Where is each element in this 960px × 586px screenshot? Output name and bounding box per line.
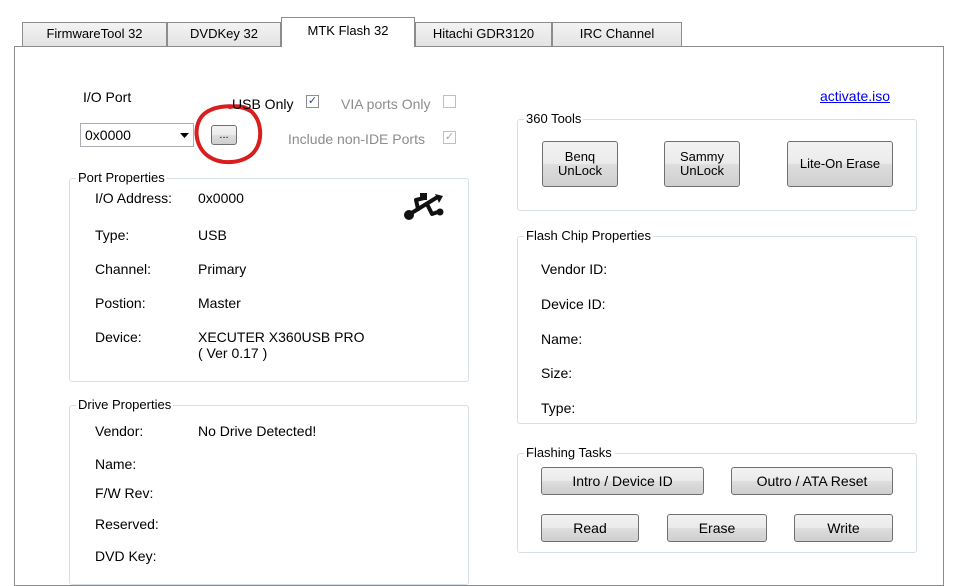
- reserved-label: Reserved:: [95, 516, 159, 532]
- io-port-value: 0x0000: [85, 127, 131, 143]
- vendor-label: Vendor:: [95, 423, 144, 439]
- drive-properties-title: Drive Properties: [76, 397, 174, 413]
- via-ports-only-checkbox[interactable]: [443, 95, 456, 108]
- chip-type-label: Type:: [541, 400, 576, 416]
- type-label: Type:: [95, 227, 130, 243]
- channel-value: Primary: [198, 261, 247, 277]
- outro-ata-reset-button[interactable]: Outro / ATA Reset: [731, 467, 893, 495]
- type-value: USB: [198, 227, 227, 243]
- chevron-down-icon[interactable]: [180, 133, 189, 139]
- device-value: XECUTER X360USB PRO: [198, 329, 365, 345]
- device-version: ( Ver 0.17 ): [198, 345, 268, 361]
- include-non-ide-checkbox[interactable]: ✓: [443, 131, 456, 144]
- position-value: Master: [198, 295, 241, 311]
- channel-label: Channel:: [95, 261, 152, 277]
- usb-icon: [404, 193, 444, 220]
- vendor-id-label: Vendor ID:: [541, 261, 608, 277]
- port-properties-title: Port Properties: [76, 170, 167, 186]
- tools-360-title: 360 Tools: [524, 111, 584, 127]
- write-button[interactable]: Write: [794, 514, 893, 542]
- read-button[interactable]: Read: [541, 514, 639, 542]
- vendor-value: No Drive Detected!: [198, 423, 317, 439]
- benq-unlock-button[interactable]: Benq UnLock: [542, 141, 618, 187]
- activate-iso-link[interactable]: activate.iso: [820, 88, 890, 105]
- flash-chip-title: Flash Chip Properties: [524, 228, 653, 244]
- intro-device-id-button[interactable]: Intro / Device ID: [541, 467, 704, 495]
- name-label: Name:: [95, 456, 137, 472]
- position-label: Postion:: [95, 295, 146, 311]
- chip-size-label: Size:: [541, 365, 573, 381]
- include-non-ide-label: Include non-IDE Ports: [288, 131, 425, 147]
- usb-only-checkbox[interactable]: ✓: [306, 95, 319, 108]
- io-port-select[interactable]: 0x0000: [80, 123, 194, 147]
- usb-only-label: USB Only: [232, 96, 294, 112]
- erase-button[interactable]: Erase: [667, 514, 767, 542]
- dvd-key-label: DVD Key:: [95, 548, 157, 564]
- device-label: Device:: [95, 329, 142, 345]
- io-address-value: 0x0000: [198, 190, 244, 206]
- io-port-label: I/O Port: [83, 89, 132, 105]
- fw-rev-label: F/W Rev:: [95, 485, 154, 501]
- device-id-label: Device ID:: [541, 296, 606, 312]
- lite-on-erase-button[interactable]: Lite-On Erase: [787, 141, 893, 187]
- flashing-tasks-title: Flashing Tasks: [524, 445, 614, 461]
- io-address-label: I/O Address:: [95, 190, 173, 206]
- sammy-unlock-button[interactable]: Sammy UnLock: [664, 141, 740, 187]
- chip-name-label: Name:: [541, 331, 583, 347]
- via-ports-only-label: VIA ports Only: [341, 96, 431, 112]
